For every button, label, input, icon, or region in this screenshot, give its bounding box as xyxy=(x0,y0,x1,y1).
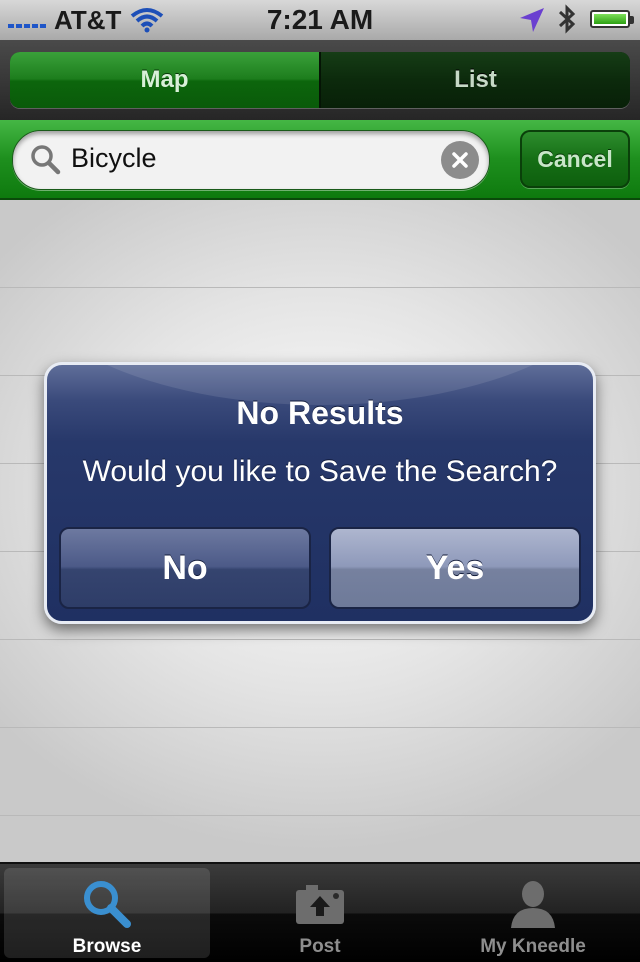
camera-upload-icon xyxy=(217,876,423,932)
yes-button[interactable]: Yes xyxy=(329,527,581,609)
map-list-segmented-control: Map List xyxy=(10,52,630,108)
tab-browse-label: Browse xyxy=(72,936,142,957)
status-bar: AT&T 7:21 AM xyxy=(0,0,640,40)
list-divider xyxy=(0,727,640,728)
location-icon xyxy=(518,6,546,41)
search-query-text: Bicycle xyxy=(71,143,157,173)
tab-post[interactable]: Post xyxy=(217,868,423,958)
no-results-alert: No Results Would you like to Save the Se… xyxy=(44,362,596,624)
search-input[interactable]: Bicycle xyxy=(12,130,490,190)
bluetooth-icon xyxy=(556,3,578,42)
magnifier-icon xyxy=(4,876,210,932)
tab-my-kneedle[interactable]: My Kneedle xyxy=(430,868,636,958)
battery-icon xyxy=(590,10,634,28)
search-icon xyxy=(29,143,61,180)
alert-title: No Results xyxy=(236,395,404,431)
tab-list[interactable]: List xyxy=(319,52,630,108)
tab-my-kneedle-label: My Kneedle xyxy=(480,936,586,957)
clear-icon[interactable] xyxy=(441,141,479,179)
list-divider xyxy=(0,815,640,816)
search-bar: Bicycle Cancel xyxy=(0,120,640,200)
tab-map[interactable]: Map xyxy=(10,52,319,108)
list-divider xyxy=(0,287,640,288)
no-button[interactable]: No xyxy=(59,527,311,609)
list-divider xyxy=(0,639,640,640)
tab-bar: Browse Post My Kneedle xyxy=(0,862,640,962)
tab-browse[interactable]: Browse xyxy=(4,868,210,958)
view-switch-bar: Map List xyxy=(0,40,640,120)
alert-message: Would you like to Save the Search? xyxy=(82,455,558,488)
tab-post-label: Post xyxy=(299,936,341,957)
cancel-button[interactable]: Cancel xyxy=(520,130,630,188)
person-icon xyxy=(430,876,636,932)
